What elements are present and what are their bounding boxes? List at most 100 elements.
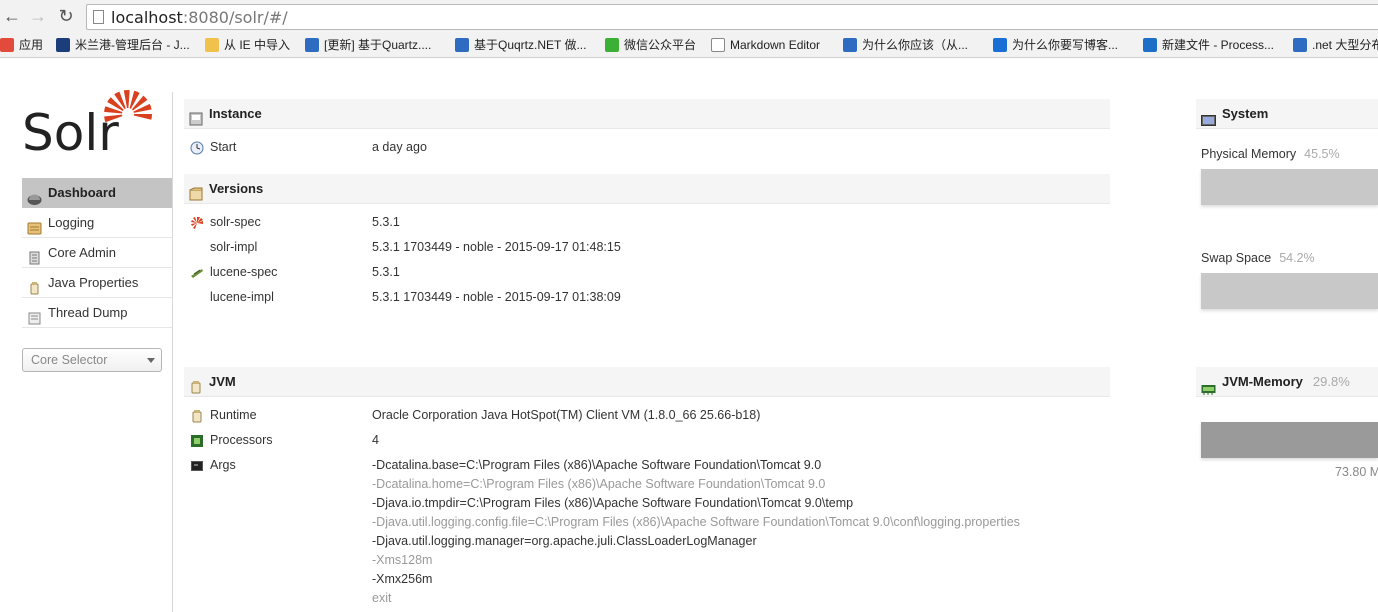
jvm-memory-icon — [1201, 376, 1216, 395]
bookmark-item[interactable]: 微信公众平台 — [605, 36, 696, 54]
bookmark-item[interactable]: 基于Quqrtz.NET 做... — [455, 36, 586, 54]
sidebar-item-core-admin[interactable]: Core Admin — [22, 238, 172, 268]
dashboard-icon — [27, 186, 42, 205]
instance-icon — [189, 107, 203, 126]
version-value: 5.3.1 1703449 - noble - 2015-09-17 01:48… — [372, 240, 621, 254]
processor-icon — [190, 434, 204, 447]
core-selector[interactable]: Core Selector — [22, 348, 162, 372]
browser-toolbar: ← → ↻ localhost:8080/solr/#/ — [0, 0, 1378, 32]
bookmark-item[interactable]: 为什么你应该（从... — [843, 36, 968, 54]
url-text[interactable]: localhost:8080/solr/#/ — [111, 8, 288, 27]
version-value: 5.3.1 — [372, 265, 400, 279]
version-value: 5.3.1 1703449 - noble - 2015-09-17 01:38… — [372, 290, 621, 304]
jvm-header: JVM — [184, 367, 1110, 397]
back-icon[interactable]: ← — [2, 5, 22, 27]
bookmark-label: .net 大型分布 — [1312, 38, 1378, 52]
jvm-memory-header: JVM-Memory 29.8% — [1196, 367, 1378, 397]
address-bar[interactable]: localhost:8080/solr/#/ — [86, 4, 1378, 30]
jvm-arg: -Xms128m — [372, 553, 433, 567]
bookmark-item[interactable]: Markdown Editor — [711, 36, 820, 54]
bookmark-icon — [711, 38, 725, 52]
jvm-title: JVM — [209, 374, 236, 389]
bookmark-label: [更新] 基于Quartz.... — [324, 38, 432, 52]
bookmark-label: 为什么你应该（从... — [862, 38, 969, 52]
versions-title: Versions — [209, 181, 264, 196]
bookmark-icon — [843, 38, 857, 52]
jvm-arg: -Djava.util.logging.config.file=C:\Progr… — [372, 515, 1020, 529]
start-value: a day ago — [372, 140, 427, 154]
sidebar-item-label: Core Admin — [48, 245, 116, 260]
bookmark-item[interactable]: .net 大型分布 — [1293, 36, 1378, 54]
jvm-arg: -Xmx256m — [372, 572, 433, 586]
bookmark-item[interactable]: 从 IE 中导入 — [205, 36, 290, 54]
versions-icon — [189, 182, 203, 201]
sidebar-item-label: Logging — [48, 215, 95, 230]
logo-ray — [123, 90, 130, 109]
bookmark-item[interactable]: 为什么你要写博客... — [993, 36, 1118, 54]
physical-memory-percent: 45.5% — [1304, 147, 1340, 161]
system-title: System — [1222, 106, 1269, 121]
bookmark-icon — [0, 38, 14, 52]
processors-label: Processors — [210, 433, 273, 447]
reload-icon[interactable]: ↻ — [56, 5, 76, 27]
sidebar-item-label: Thread Dump — [48, 305, 128, 320]
forward-icon[interactable]: → — [28, 5, 48, 27]
instance-header: Instance — [184, 99, 1110, 129]
clock-icon — [190, 141, 204, 155]
version-key: solr-impl — [210, 240, 258, 254]
java-properties-icon — [27, 276, 42, 295]
jvm-memory-percent: 29.8% — [1312, 374, 1350, 389]
core-admin-icon — [27, 246, 42, 265]
bookmark-label: Markdown Editor — [730, 38, 821, 52]
jvm-memory-title: JVM-Memory — [1222, 374, 1303, 389]
bookmark-icon — [1293, 38, 1307, 52]
bookmark-icon — [993, 38, 1007, 52]
sidebar: Dashboard Logging Core Admin Java Proper… — [22, 178, 172, 328]
bookmark-icon — [605, 38, 619, 52]
swap-space-percent: 54.2% — [1279, 251, 1315, 265]
bookmark-icon — [455, 38, 469, 52]
page-icon — [93, 10, 104, 24]
versions-header: Versions — [184, 174, 1110, 204]
jvm-memory-bar — [1201, 422, 1378, 458]
version-key: lucene-impl — [210, 290, 274, 304]
sidebar-item-thread-dump[interactable]: Thread Dump — [22, 298, 172, 328]
sidebar-item-label: Java Properties — [48, 275, 139, 290]
jvm-memory-value: 73.80 M — [1335, 465, 1378, 479]
bookmark-item[interactable]: 新建文件 - Process... — [1143, 36, 1274, 54]
sidebar-item-label: Dashboard — [48, 185, 116, 200]
bookmark-icon — [56, 38, 70, 52]
solr-logo[interactable]: Solr — [22, 86, 153, 162]
bookmark-item[interactable]: [更新] 基于Quartz.... — [305, 36, 431, 54]
bookmark-label: 微信公众平台 — [624, 38, 697, 52]
physical-memory-bar — [1201, 169, 1378, 205]
runtime-label: Runtime — [210, 408, 257, 422]
bookmark-label: 从 IE 中导入 — [224, 38, 291, 52]
bookmarks-bar: 应用 米兰港-管理后台 - J... 从 IE 中导入 [更新] 基于Quartz..… — [0, 32, 1378, 58]
jvm-icon — [189, 375, 203, 394]
bookmark-label: 基于Quqrtz.NET 做... — [474, 38, 587, 52]
version-key: lucene-spec — [210, 265, 278, 279]
swap-space-bar — [1201, 273, 1378, 309]
logo-ray — [133, 114, 153, 120]
runtime-icon — [190, 409, 204, 423]
bookmark-item[interactable]: 米兰港-管理后台 - J... — [56, 36, 190, 54]
version-value: 5.3.1 — [372, 215, 400, 229]
bookmark-icon — [1143, 38, 1157, 52]
jvm-arg: exit — [372, 591, 392, 605]
solr-logo-icon: Solr — [22, 90, 153, 162]
logging-icon — [27, 216, 42, 235]
lucene-icon — [190, 266, 204, 279]
start-label: Start — [210, 140, 237, 154]
bookmark-label: 新建文件 - Process... — [1162, 38, 1275, 52]
bookmark-item[interactable]: 应用 — [0, 36, 43, 54]
sidebar-divider — [172, 92, 173, 612]
system-header: System — [1196, 99, 1378, 129]
sidebar-item-dashboard[interactable]: Dashboard — [22, 178, 172, 208]
swap-space-label: Swap Space 54.2% — [1201, 251, 1315, 265]
instance-title: Instance — [209, 106, 262, 121]
sidebar-item-logging[interactable]: Logging — [22, 208, 172, 238]
sidebar-item-java-properties[interactable]: Java Properties — [22, 268, 172, 298]
jvm-arg: -Djava.io.tmpdir=C:\Program Files (x86)\… — [372, 496, 854, 510]
system-icon — [1201, 108, 1216, 126]
